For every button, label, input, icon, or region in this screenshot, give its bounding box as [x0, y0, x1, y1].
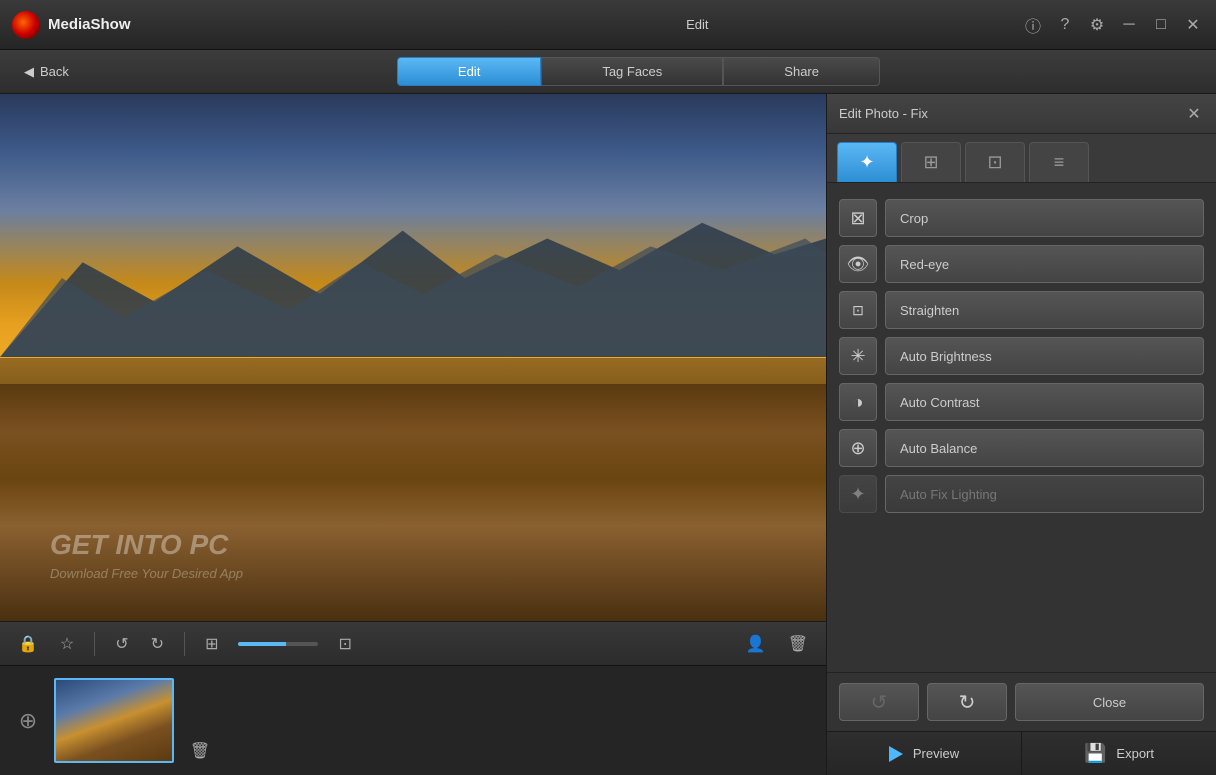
- fix-icon: ✦: [859, 152, 874, 173]
- auto-contrast-icon-button[interactable]: ◑: [839, 383, 877, 421]
- panel-redo-button[interactable]: ↻: [927, 683, 1007, 721]
- back-button[interactable]: ◀ Back: [16, 60, 77, 84]
- auto-brightness-row: ✳ Auto Brightness: [839, 337, 1204, 375]
- back-label: Back: [40, 64, 69, 79]
- photo-display: GET INTO PC Download Free Your Desired A…: [0, 94, 826, 621]
- edit-buttons: ⊠ Crop 👁 Red-eye ⊡ Straighten: [827, 183, 1216, 672]
- tab-tag-faces[interactable]: Tag Faces: [541, 57, 723, 86]
- main-content: GET INTO PC Download Free Your Desired A…: [0, 94, 1216, 775]
- nav-bar: ◀ Back Edit Tag Faces Share: [0, 50, 1216, 94]
- adjust-icon: ⊞: [923, 152, 938, 173]
- thumbnail-item[interactable]: [54, 678, 174, 763]
- photo-canvas: GET INTO PC Download Free Your Desired A…: [0, 94, 826, 621]
- title-bar: MediaShow Edit ⓘ ? ⚙ ─ □ ✕: [0, 0, 1216, 50]
- preview-export-bar: Preview 💾 Export: [827, 731, 1216, 775]
- panel-undo-icon: ↺: [871, 690, 888, 715]
- info-icon[interactable]: ⓘ: [1022, 13, 1044, 37]
- auto-contrast-button[interactable]: Auto Contrast: [885, 383, 1204, 421]
- export-button[interactable]: 💾 Export: [1022, 732, 1216, 775]
- toolbar: 🔒 ☆ ↺ ↻ ⊞ ⊡ 👤 🗑: [0, 621, 826, 665]
- auto-balance-row: ⊕ Auto Balance: [839, 429, 1204, 467]
- toolbar-separator-2: [184, 632, 185, 656]
- settings-icon[interactable]: ⚙: [1086, 15, 1108, 35]
- add-icon: ⊕: [19, 708, 37, 734]
- mountain-layer: [0, 199, 826, 357]
- balance-icon: ⊕: [850, 438, 865, 459]
- add-photo-button[interactable]: ⊕: [12, 705, 44, 737]
- photo-area: GET INTO PC Download Free Your Desired A…: [0, 94, 826, 775]
- delete-strip-icon: 🗑: [190, 741, 210, 761]
- crop-icon: ⊠: [850, 208, 865, 229]
- crop-button[interactable]: Crop: [885, 199, 1204, 237]
- straighten-button[interactable]: Straighten: [885, 291, 1204, 329]
- tab-adjust[interactable]: ⊞: [901, 142, 961, 182]
- straighten-icon-button[interactable]: ⊡: [839, 291, 877, 329]
- lock-button[interactable]: 🔒: [12, 630, 44, 658]
- star-button[interactable]: ☆: [54, 630, 80, 658]
- effects-icon: ⊡: [987, 152, 1002, 173]
- delete-button[interactable]: 🗑: [782, 630, 814, 658]
- rocks-layer: [0, 384, 826, 621]
- tag-people-button[interactable]: 👤: [740, 630, 772, 658]
- auto-balance-button[interactable]: Auto Balance: [885, 429, 1204, 467]
- back-arrow-icon: ◀: [24, 64, 34, 80]
- contrast-icon: ◑: [853, 392, 864, 413]
- red-eye-icon: 👁: [847, 254, 870, 275]
- undo-button[interactable]: ↺: [109, 630, 134, 658]
- film-strip: ⊕ 🗑: [0, 665, 826, 775]
- close-button[interactable]: ✕: [1182, 15, 1204, 35]
- edit-tabs: ✦ ⊞ ⊡ ≡: [827, 134, 1216, 183]
- auto-balance-icon-button[interactable]: ⊕: [839, 429, 877, 467]
- red-eye-button[interactable]: Red-eye: [885, 245, 1204, 283]
- play-icon: [889, 746, 903, 762]
- straighten-icon: ⊡: [852, 302, 864, 319]
- fullscreen-button[interactable]: ⊡: [332, 630, 357, 658]
- redo-button[interactable]: ↻: [145, 630, 170, 658]
- red-eye-row: 👁 Red-eye: [839, 245, 1204, 283]
- edit-panel: Edit Photo - Fix ✕ ✦ ⊞ ⊡ ≡ ⊠: [826, 94, 1216, 775]
- auto-brightness-icon-button[interactable]: ✳: [839, 337, 877, 375]
- toolbar-separator: [94, 632, 95, 656]
- nav-tabs: Edit Tag Faces Share: [77, 57, 1200, 86]
- auto-fix-lighting-button: Auto Fix Lighting: [885, 475, 1204, 513]
- title-controls: ⓘ ? ⚙ ─ □ ✕: [1022, 13, 1204, 37]
- edit-panel-title: Edit Photo - Fix: [839, 106, 1184, 121]
- edit-panel-header: Edit Photo - Fix ✕: [827, 94, 1216, 134]
- app-name: MediaShow: [48, 16, 373, 33]
- auto-fix-lighting-row: ✦ Auto Fix Lighting: [839, 475, 1204, 513]
- red-eye-icon-button[interactable]: 👁: [839, 245, 877, 283]
- auto-brightness-button[interactable]: Auto Brightness: [885, 337, 1204, 375]
- preview-button[interactable]: Preview: [827, 732, 1022, 775]
- maximize-button[interactable]: □: [1150, 16, 1172, 34]
- straighten-row: ⊡ Straighten: [839, 291, 1204, 329]
- panel-undo-button[interactable]: ↺: [839, 683, 919, 721]
- app-logo: [12, 11, 40, 39]
- thumbnail-image: [56, 680, 172, 761]
- zoom-slider[interactable]: [238, 642, 318, 646]
- minimize-button[interactable]: ─: [1118, 16, 1140, 34]
- brightness-icon: ✳: [850, 346, 865, 367]
- auto-fix-lighting-icon-button: ✦: [839, 475, 877, 513]
- tab-share[interactable]: Share: [723, 57, 880, 86]
- panel-close-button[interactable]: Close: [1015, 683, 1204, 721]
- tab-fix[interactable]: ✦: [837, 142, 897, 182]
- view-button[interactable]: ⊞: [199, 630, 224, 658]
- edit-bottom-controls: ↺ ↻ Close: [827, 672, 1216, 731]
- delete-from-strip-button[interactable]: 🗑: [184, 681, 216, 761]
- tab-edit[interactable]: Edit: [397, 57, 541, 86]
- crop-icon-button[interactable]: ⊠: [839, 199, 877, 237]
- save-icon: 💾: [1084, 743, 1106, 764]
- window-title: Edit: [373, 17, 1022, 32]
- crop-row: ⊠ Crop: [839, 199, 1204, 237]
- fix-lighting-icon: ✦: [850, 484, 865, 505]
- options-icon: ≡: [1054, 152, 1065, 173]
- auto-contrast-row: ◑ Auto Contrast: [839, 383, 1204, 421]
- help-icon[interactable]: ?: [1054, 16, 1076, 34]
- edit-panel-close-button[interactable]: ✕: [1184, 104, 1204, 124]
- panel-redo-icon: ↻: [959, 690, 976, 715]
- tab-effects[interactable]: ⊡: [965, 142, 1025, 182]
- tab-options[interactable]: ≡: [1029, 142, 1089, 182]
